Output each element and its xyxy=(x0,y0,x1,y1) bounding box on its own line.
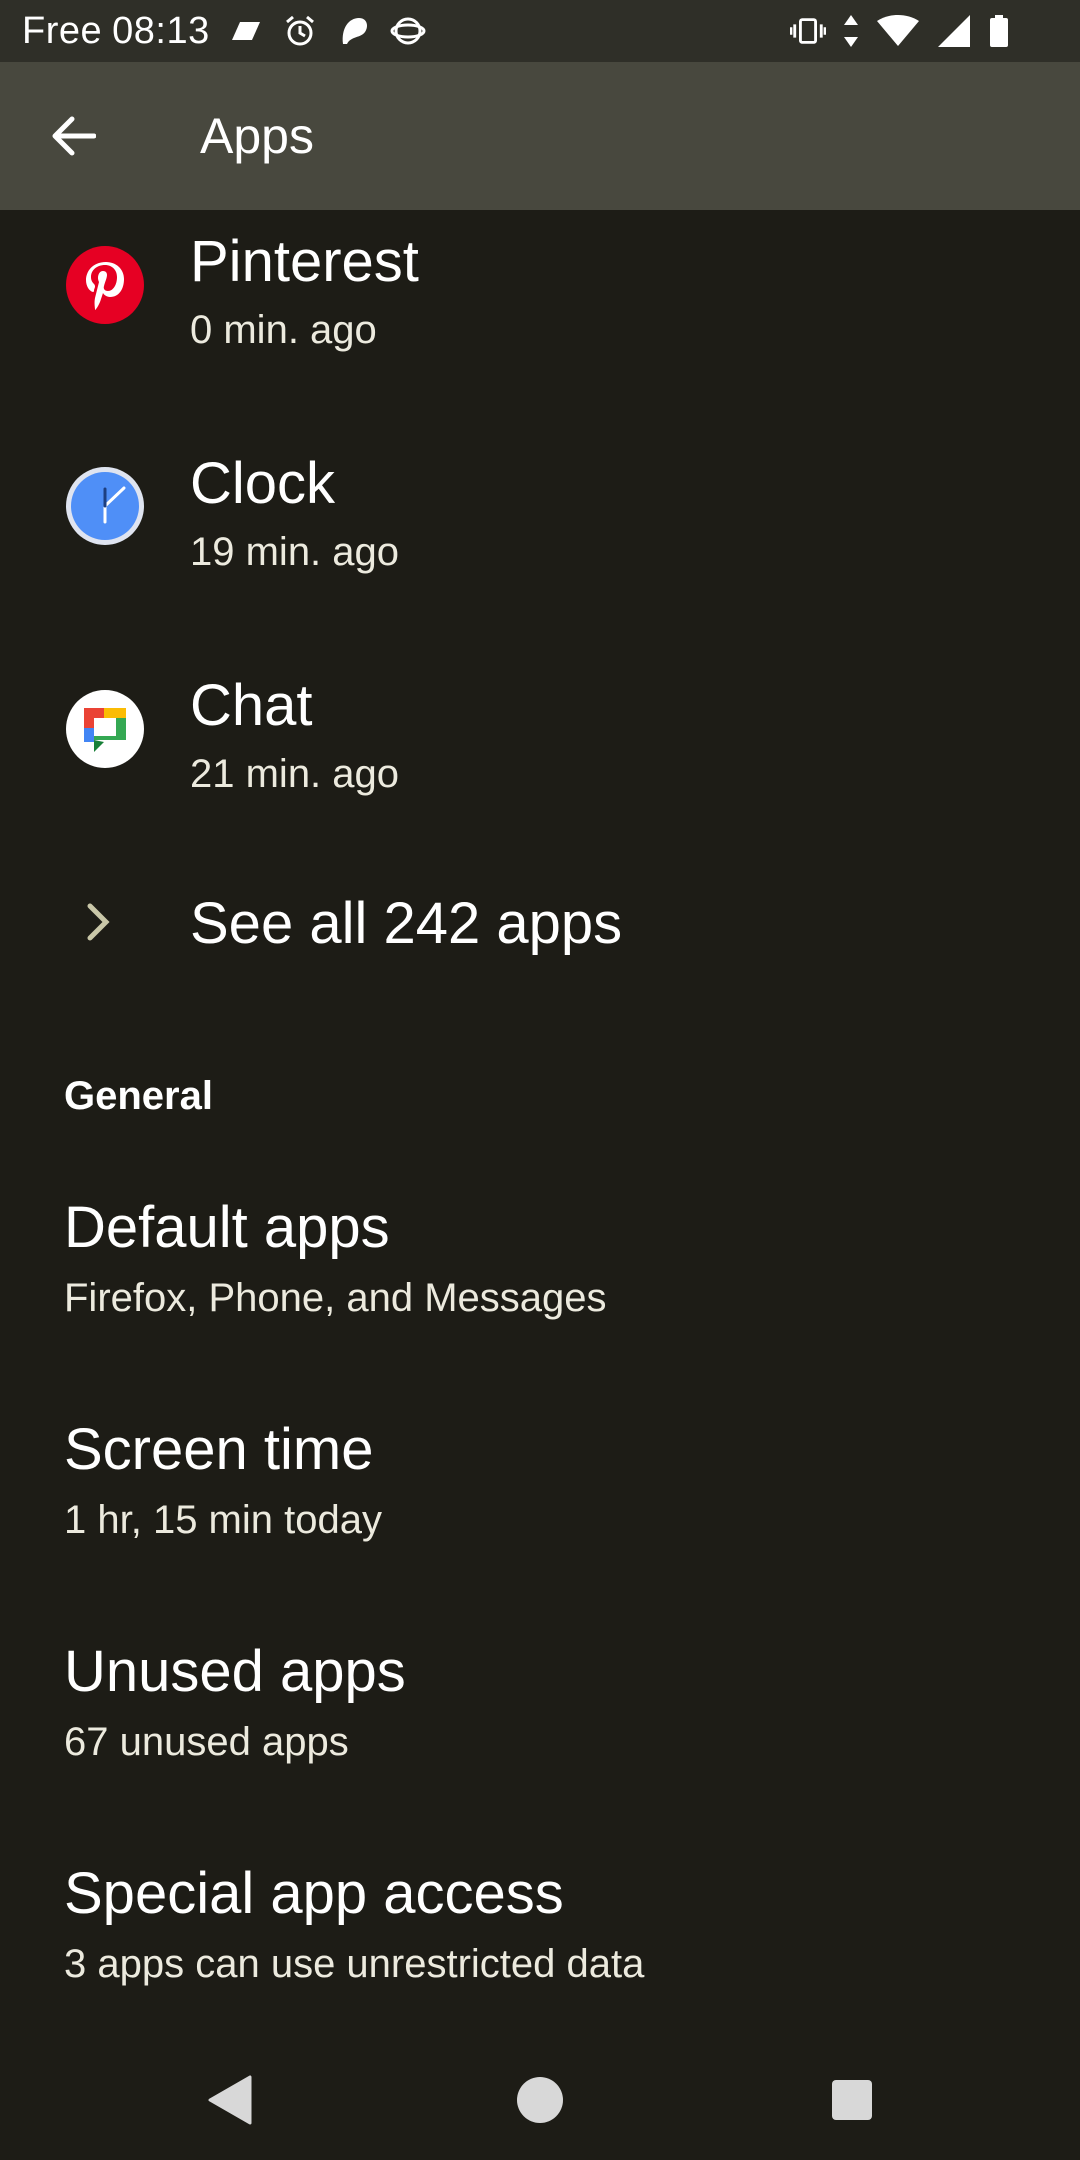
see-all-apps-label: See all 242 apps xyxy=(190,891,623,956)
nav-back-button[interactable] xyxy=(190,2060,270,2140)
nav-home-icon xyxy=(517,2077,563,2123)
setting-screen-time[interactable]: Screen time 1 hr, 15 min today xyxy=(0,1402,1080,1602)
vpn-globe-icon xyxy=(390,13,426,49)
status-bar: Free 08:13 xyxy=(0,0,1080,62)
setting-title: Screen time xyxy=(64,1417,374,1482)
app-name: Pinterest xyxy=(190,229,419,294)
battery-icon xyxy=(988,13,1010,49)
status-right xyxy=(790,0,1010,62)
chevron-right-icon xyxy=(80,902,116,942)
setting-subtitle: 3 apps can use unrestricted data xyxy=(64,1942,645,1986)
status-left: Free 08:13 xyxy=(22,0,426,62)
setting-title: Special app access xyxy=(64,1861,564,1926)
clock-time: 08:13 xyxy=(112,9,210,52)
setting-subtitle: Firefox, Phone, and Messages xyxy=(64,1276,607,1320)
data-saver-icon xyxy=(228,13,264,49)
app-name: Chat xyxy=(190,673,313,738)
app-last-used: 0 min. ago xyxy=(190,308,377,352)
page-title: Apps xyxy=(200,108,314,164)
setting-unused-apps[interactable]: Unused apps 67 unused apps xyxy=(0,1624,1080,1824)
recent-app-pinterest[interactable]: Pinterest 0 min. ago xyxy=(0,210,1080,410)
signal-icon xyxy=(936,13,972,49)
alarm-icon xyxy=(282,13,318,49)
app-last-used: 19 min. ago xyxy=(190,530,400,574)
setting-special-app-access[interactable]: Special app access 3 apps can use unrest… xyxy=(0,1846,1080,2026)
clock-icon xyxy=(66,467,144,545)
chat-icon xyxy=(66,690,144,768)
pinterest-icon xyxy=(66,246,144,324)
wifi-icon xyxy=(876,13,920,49)
recent-app-clock[interactable]: Clock 19 min. ago xyxy=(0,432,1080,632)
nav-recents-button[interactable] xyxy=(812,2060,892,2140)
carrier-label: Free xyxy=(22,9,103,52)
app-last-used: 21 min. ago xyxy=(190,752,400,796)
arrow-back-icon xyxy=(52,116,96,156)
nav-home-button[interactable] xyxy=(500,2060,580,2140)
setting-title: Default apps xyxy=(64,1195,390,1260)
setting-default-apps[interactable]: Default apps Firefox, Phone, and Message… xyxy=(0,1180,1080,1380)
setting-title: Unused apps xyxy=(64,1639,406,1704)
nav-recents-icon xyxy=(832,2080,872,2120)
setting-subtitle: 1 hr, 15 min today xyxy=(64,1498,382,1542)
app-name: Clock xyxy=(190,451,336,516)
vibrate-icon xyxy=(790,13,826,49)
back-button[interactable] xyxy=(44,106,104,166)
section-header-general: General xyxy=(64,1074,213,1118)
setting-subtitle: 67 unused apps xyxy=(64,1720,349,1764)
paw-app-icon xyxy=(336,13,372,49)
app-bar: Apps xyxy=(0,62,1080,210)
recent-app-chat[interactable]: Chat 21 min. ago xyxy=(0,654,1080,854)
data-arrows-icon xyxy=(842,13,860,49)
nav-back-icon xyxy=(208,2075,252,2125)
navigation-bar xyxy=(0,2040,1080,2160)
